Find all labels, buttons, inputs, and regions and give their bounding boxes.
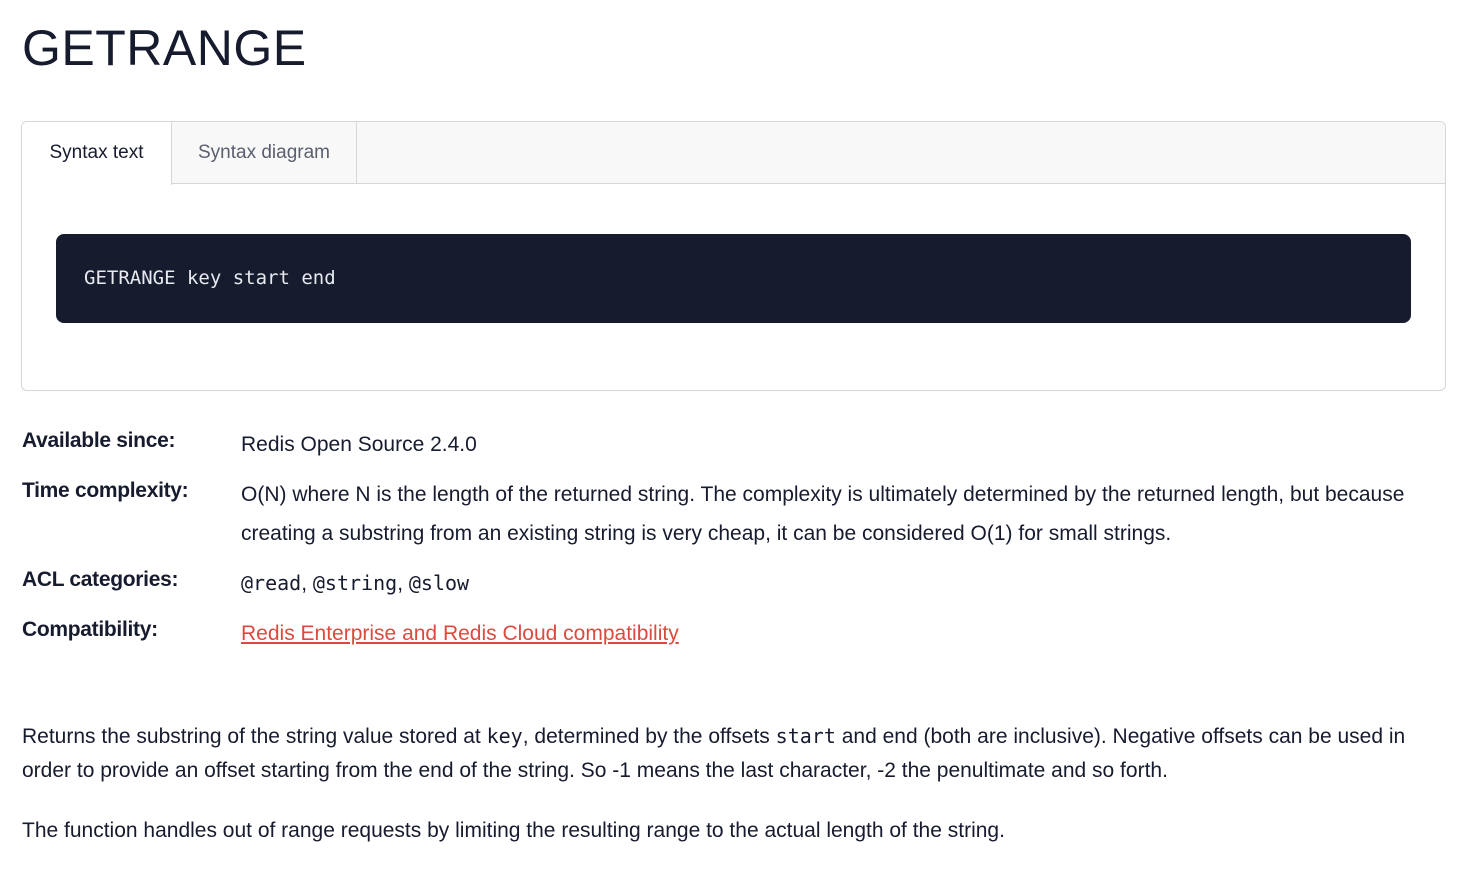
available-since-value: Redis Open Source 2.4.0 [241, 433, 477, 456]
desc-text: , determined by the offsets [522, 725, 776, 748]
inline-code-key: key [486, 724, 523, 748]
available-since-label: Available since: [22, 429, 176, 452]
time-complexity-label: Time complexity: [22, 479, 189, 502]
desc-text: Returns the substring of the string valu… [22, 725, 487, 748]
acl-category-slow: @slow [408, 571, 470, 595]
tab-syntax-diagram[interactable]: Syntax diagram [172, 122, 357, 184]
description-paragraph-1: Returns the substring of the string valu… [22, 719, 1452, 788]
acl-separator: , [397, 572, 409, 595]
acl-categories-label: ACL categories: [22, 568, 179, 591]
desc-text: and [835, 725, 883, 748]
syntax-code-block: GETRANGE key start end [56, 234, 1411, 323]
compatibility-label: Compatibility: [22, 618, 158, 641]
syntax-tab-bar: Syntax text Syntax diagram [22, 122, 1445, 185]
acl-category-string: @string [312, 571, 398, 595]
acl-categories-value: @read, @string, @slow [241, 564, 1441, 603]
syntax-code-text: GETRANGE key start end [84, 267, 336, 289]
tab-syntax-text[interactable]: Syntax text [22, 122, 172, 185]
acl-category-read: @read [241, 571, 302, 595]
syntax-panel: Syntax text Syntax diagram GETRANGE key … [21, 121, 1446, 391]
compatibility-value: Redis Enterprise and Redis Cloud compati… [241, 614, 1441, 653]
acl-separator: , [301, 572, 313, 595]
inline-code-start: start [775, 724, 836, 748]
time-complexity-value: O(N) where N is the length of the return… [241, 483, 1405, 545]
compatibility-link[interactable]: Redis Enterprise and Redis Cloud compati… [241, 622, 679, 645]
description-paragraph-2: The function handles out of range reques… [22, 819, 1005, 842]
page-title: GETRANGE [22, 20, 307, 76]
inline-code-end: end [882, 725, 918, 748]
